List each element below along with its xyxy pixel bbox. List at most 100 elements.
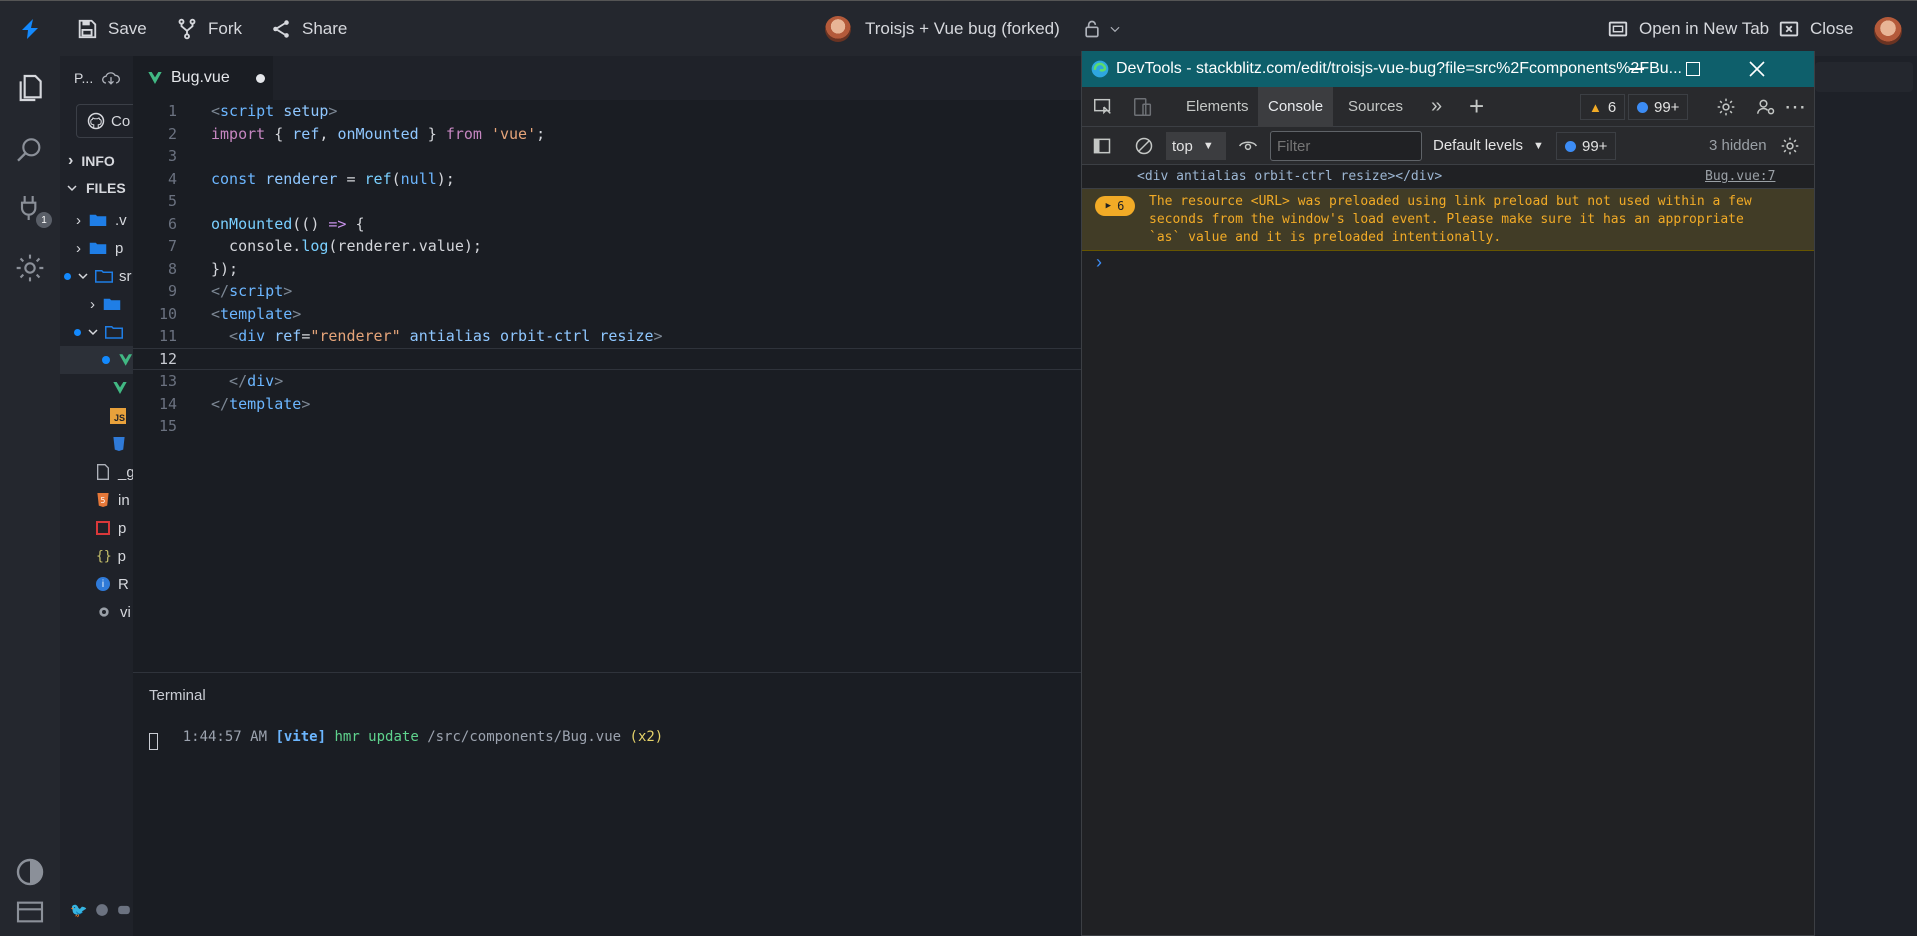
tree-item-folder-open[interactable]: sr — [64, 262, 132, 290]
console-messages: <div antialias orbit-ctrl resize></div> … — [1082, 165, 1814, 275]
info-section-header[interactable]: › INFO — [68, 152, 115, 170]
chevron-right-icon: › — [68, 152, 74, 169]
log-source-link[interactable]: Bug.vue:7 — [1705, 169, 1775, 184]
search-icon[interactable] — [12, 132, 48, 168]
tab-console[interactable]: Console — [1258, 86, 1334, 127]
discord-icon[interactable] — [117, 903, 131, 917]
tree-item-folder[interactable]: › p — [76, 234, 123, 262]
extensions-icon[interactable]: 1 — [12, 190, 52, 228]
folder-icon — [89, 242, 107, 254]
code-line: 15 — [133, 415, 1081, 438]
sidebar-footer: 🐦 — [60, 884, 133, 936]
console-warning-entry: ▶ 6 The resource <URL> was preloaded usi… — [1082, 189, 1814, 251]
close-label: Close — [1810, 19, 1854, 38]
file-sidebar: P... Co › INFO FILES › .v › p sr › JS _g… — [60, 56, 133, 884]
tree-item-file[interactable]: i R — [96, 570, 129, 598]
files-icon[interactable] — [12, 70, 48, 106]
chevron-down-icon — [78, 273, 88, 280]
tree-item-file[interactable]: p — [96, 514, 126, 542]
settings-gear-icon[interactable] — [12, 250, 48, 286]
share-button[interactable]: Share — [270, 1, 347, 57]
tree-item-file[interactable]: JS — [110, 402, 126, 430]
customize-icon[interactable] — [1756, 97, 1776, 117]
log-levels-select[interactable]: Default levels ▼ — [1433, 137, 1544, 154]
tab-label: Bug.vue — [171, 69, 230, 86]
devtools-window: DevTools - stackblitz.com/edit/troisjs-v… — [1081, 51, 1815, 936]
preview-url-bar[interactable] — [1815, 62, 1913, 92]
tab-sources[interactable]: Sources — [1348, 98, 1403, 115]
folder-open-icon — [95, 270, 113, 283]
tab-elements[interactable]: Elements — [1186, 98, 1249, 115]
console-filter-input[interactable] — [1270, 131, 1422, 161]
tree-item-file[interactable]: 5 in — [96, 486, 130, 514]
issues-counter[interactable]: 99+ — [1556, 132, 1617, 160]
stackblitz-logo-icon[interactable] — [18, 17, 42, 41]
tree-item-folder-open[interactable] — [74, 318, 123, 346]
activity-bar: 1 — [0, 56, 60, 936]
tree-item-file[interactable] — [112, 374, 128, 402]
device-toggle-icon[interactable] — [1132, 96, 1154, 118]
tree-item-file[interactable] — [112, 430, 126, 458]
project-name: P... — [74, 70, 94, 86]
code-line: 1 <script setup> — [133, 100, 1081, 123]
twitter-icon[interactable]: 🐦 — [70, 902, 87, 919]
console-settings-icon[interactable] — [1780, 136, 1800, 156]
live-expression-eye-icon[interactable] — [1238, 136, 1258, 156]
chevron-right-icon: › — [76, 239, 81, 257]
line-number: 12 — [158, 349, 177, 368]
sidebar-toggle-icon[interactable] — [1092, 136, 1112, 156]
unlock-icon[interactable] — [1082, 19, 1102, 39]
close-window-icon[interactable] — [1749, 61, 1765, 77]
minimize-button[interactable] — [1630, 68, 1644, 70]
settings-icon[interactable] — [1716, 97, 1736, 117]
editor-tab-row: Bug.vue — [133, 56, 1081, 100]
layout-icon[interactable] — [12, 894, 48, 930]
code-area[interactable]: 1 <script setup> 2 import { ref, onMounted… — [133, 100, 1081, 438]
modified-dot-icon — [74, 328, 81, 336]
tree-item-file[interactable]: {} p — [96, 542, 126, 570]
warning-repeat-badge[interactable]: ▶ 6 — [1095, 196, 1135, 216]
project-header[interactable]: P... — [74, 70, 121, 86]
fork-button[interactable]: Fork — [176, 1, 242, 57]
messages-count: 99+ — [1654, 98, 1680, 116]
tree-item-folder[interactable]: › — [90, 290, 121, 318]
unsaved-dot-icon[interactable] — [255, 73, 265, 83]
svg-text:5: 5 — [101, 496, 106, 505]
open-new-tab-button[interactable]: Open in New Tab — [1607, 1, 1769, 57]
project-title-area[interactable]: Troisjs + Vue bug (forked) — [825, 1, 1122, 57]
maximize-button[interactable] — [1686, 62, 1700, 76]
save-label: Save — [108, 19, 147, 38]
save-button[interactable]: Save — [76, 1, 147, 57]
chevron-down-icon[interactable] — [1108, 22, 1122, 36]
github-icon[interactable] — [95, 903, 109, 917]
add-tab-icon[interactable]: + — [1469, 91, 1484, 122]
tree-item-folder[interactable]: › .v — [76, 206, 127, 234]
terminal-panel[interactable]: Terminal 1:44:57 AM [vite] hmr update /s… — [133, 672, 1081, 936]
clear-console-icon[interactable] — [1134, 136, 1154, 156]
tree-item-label: vi — [120, 603, 131, 621]
tree-item-file[interactable]: _g — [96, 458, 133, 486]
files-section-header[interactable]: FILES — [66, 180, 126, 196]
more-options-icon[interactable]: ⋯ — [1784, 94, 1806, 120]
tab-bug-vue[interactable]: Bug.vue — [133, 56, 273, 100]
devtools-titlebar[interactable]: DevTools - stackblitz.com/edit/troisjs-v… — [1082, 51, 1814, 87]
issues-count: 99+ — [1582, 137, 1608, 155]
theme-toggle-icon[interactable] — [12, 854, 48, 890]
messages-counter[interactable]: 99+ — [1628, 94, 1689, 120]
tree-item-label: _g — [118, 463, 133, 481]
code-line: 14 </template> — [133, 393, 1081, 416]
owner-avatar — [825, 16, 851, 42]
log-text: <div antialias orbit-ctrl resize></div> — [1137, 169, 1443, 184]
context-select[interactable]: top ▼ — [1166, 132, 1226, 160]
tree-item-file-selected[interactable] — [60, 346, 133, 374]
inspect-element-icon[interactable] — [1092, 96, 1114, 118]
tree-item-file[interactable]: vi — [96, 598, 131, 626]
user-avatar[interactable] — [1874, 17, 1902, 45]
console-prompt[interactable]: › — [1082, 251, 1814, 275]
warnings-counter[interactable]: ▲ 6 — [1580, 94, 1626, 120]
more-tabs-icon[interactable]: » — [1431, 95, 1442, 118]
prompt-chevron-icon: › — [1096, 252, 1102, 272]
connect-github-button[interactable]: Co — [76, 104, 133, 138]
cloud-download-icon[interactable] — [101, 70, 121, 86]
close-preview-button[interactable]: Close — [1778, 1, 1853, 57]
